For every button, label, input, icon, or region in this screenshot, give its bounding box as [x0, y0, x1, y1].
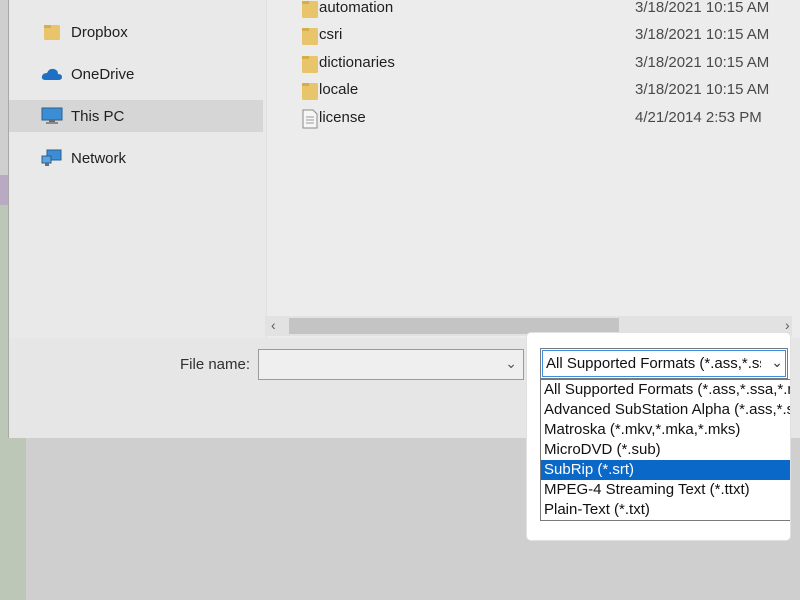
file-name: locale: [319, 81, 359, 98]
network-icon: [41, 149, 63, 167]
filetype-option[interactable]: All Supported Formats (*.ass,*.ssa,*.mks…: [541, 380, 790, 400]
folder-icon: [41, 23, 63, 41]
folder-icon: [301, 81, 321, 101]
nav-item-label: This PC: [71, 107, 125, 125]
nav-item-onedrive[interactable]: OneDrive: [9, 58, 263, 90]
nav-item-label: Dropbox: [71, 23, 128, 41]
file-date: 3/18/2021 10:15 AM: [635, 54, 770, 71]
file-row-license[interactable]: license 4/21/2014 2:53 PM: [267, 105, 800, 132]
file-date: 4/21/2014 2:53 PM: [635, 109, 762, 126]
chevron-down-icon[interactable]: ⌄: [771, 354, 783, 371]
file-row-dictionaries[interactable]: dictionaries 3/18/2021 10:15 AM: [267, 50, 800, 77]
file-date: 3/18/2021 10:15 AM: [635, 26, 770, 43]
folder-icon: [301, 54, 321, 74]
nav-item-dropbox[interactable]: Dropbox: [9, 16, 263, 48]
folder-icon: [301, 0, 321, 19]
filetype-selected-value: All Supported Formats (*.ass,*.ssa,*.mks…: [546, 355, 761, 372]
filetype-option[interactable]: MPEG-4 Streaming Text (*.ttxt): [541, 480, 790, 500]
nav-item-network[interactable]: Network: [9, 142, 263, 174]
file-list: automation 3/18/2021 10:15 AM csri 3/18/…: [266, 0, 800, 338]
file-name: automation: [319, 0, 394, 16]
scrollbar-thumb[interactable]: [289, 318, 619, 334]
nav-item-label: OneDrive: [71, 65, 135, 83]
file-name: csri: [319, 26, 343, 43]
filetype-select[interactable]: All Supported Formats (*.ass,*.ssa,*.mks…: [540, 348, 788, 379]
navigation-pane: Dropbox OneDrive This PC Network: [9, 0, 265, 338]
computer-icon: [41, 107, 63, 125]
nav-item-this-pc[interactable]: This PC: [9, 100, 263, 132]
file-row-csri[interactable]: csri 3/18/2021 10:15 AM: [267, 22, 800, 49]
cloud-icon: [41, 65, 63, 83]
filetype-option[interactable]: Matroska (*.mkv,*.mka,*.mks): [541, 420, 790, 440]
file-row-automation[interactable]: automation 3/18/2021 10:15 AM: [267, 0, 800, 22]
filetype-option[interactable]: MicroDVD (*.sub): [541, 440, 790, 460]
document-icon: [301, 109, 321, 129]
filetype-option[interactable]: Plain-Text (*.txt): [541, 500, 790, 520]
chevron-right-icon[interactable]: ›: [785, 317, 790, 333]
folder-icon: [301, 26, 321, 46]
filename-input[interactable]: ⌄: [258, 349, 524, 380]
file-name: dictionaries: [319, 54, 395, 71]
nav-item-label: Network: [71, 149, 127, 167]
file-row-locale[interactable]: locale 3/18/2021 10:15 AM: [267, 77, 800, 104]
file-date: 3/18/2021 10:15 AM: [635, 81, 770, 98]
background-marker: [0, 175, 8, 205]
filename-label: File name:: [180, 356, 251, 373]
filetype-option[interactable]: Advanced SubStation Alpha (*.ass,*.ssa): [541, 400, 790, 420]
filetype-option-highlighted[interactable]: SubRip (*.srt): [541, 460, 790, 480]
chevron-down-icon[interactable]: ⌄: [505, 355, 517, 372]
filetype-focus-panel: All Supported Formats (*.ass,*.ssa,*.mks…: [527, 333, 790, 540]
filetype-options-list: All Supported Formats (*.ass,*.ssa,*.mks…: [540, 379, 790, 521]
chevron-left-icon[interactable]: ‹: [271, 317, 276, 333]
file-name: license: [319, 109, 366, 126]
file-date: 3/18/2021 10:15 AM: [635, 0, 770, 16]
